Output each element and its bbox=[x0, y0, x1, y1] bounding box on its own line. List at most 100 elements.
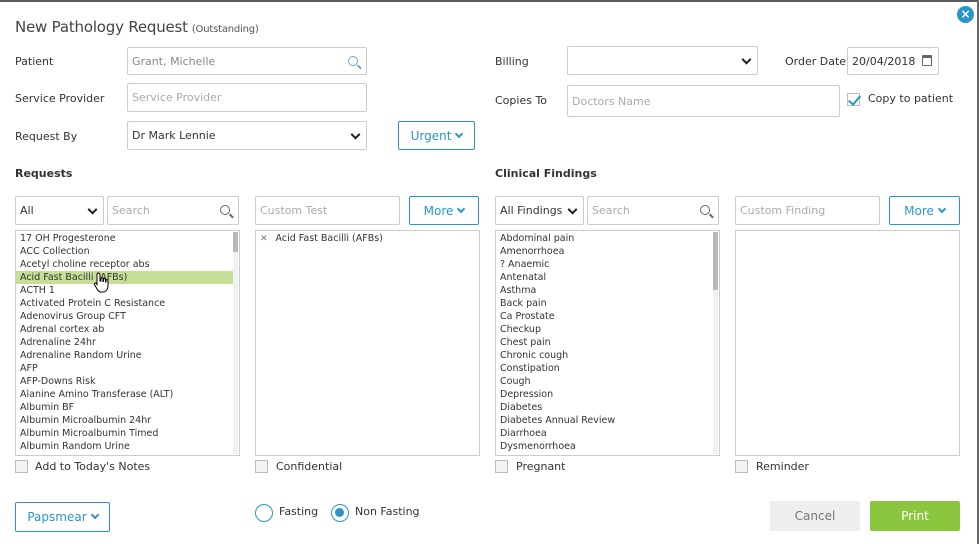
calendar-icon[interactable] bbox=[922, 55, 932, 66]
list-item[interactable]: ? Anaemic bbox=[496, 258, 719, 271]
remove-icon[interactable]: ✕ bbox=[260, 233, 268, 245]
request-by-value: Dr Mark Lennie bbox=[132, 129, 216, 142]
list-item[interactable]: Depression bbox=[496, 388, 719, 401]
list-item[interactable]: ACTH 1 bbox=[16, 284, 239, 297]
copies-to-input[interactable]: Doctors Name bbox=[567, 85, 840, 117]
list-item[interactable]: Albumin Microalbumin 24hr bbox=[16, 414, 239, 427]
scrollbar-thumb[interactable] bbox=[233, 232, 238, 252]
findings-scrollbar[interactable] bbox=[713, 232, 718, 454]
findings-filter-select[interactable]: All Findings bbox=[495, 196, 584, 225]
findings-search-input[interactable]: Search bbox=[587, 196, 719, 225]
selected-requests-list[interactable]: ✕ Acid Fast Bacilli (AFBs) bbox=[255, 230, 480, 456]
custom-finding-input[interactable]: Custom Finding bbox=[735, 196, 880, 225]
list-item[interactable]: Albumin Microalbumin Timed bbox=[16, 427, 239, 440]
chevron-down-icon bbox=[350, 129, 361, 140]
requests-search-input[interactable]: Search bbox=[107, 196, 239, 225]
list-item[interactable]: Checkup bbox=[496, 323, 719, 336]
list-item[interactable]: Diarrhoea bbox=[496, 427, 719, 440]
reminder-checkbox[interactable] bbox=[735, 460, 748, 473]
requests-title: Requests bbox=[15, 167, 73, 180]
search-icon[interactable] bbox=[220, 205, 230, 215]
list-item[interactable]: 17 OH Progesterone bbox=[16, 232, 239, 245]
cancel-button[interactable]: Cancel bbox=[770, 501, 860, 531]
patient-value: Grant, Michelle bbox=[132, 54, 216, 68]
list-item[interactable]: Dysmenorrhoea bbox=[496, 440, 719, 453]
list-item[interactable]: Cough bbox=[496, 375, 719, 388]
list-item[interactable]: Ca Prostate bbox=[496, 310, 719, 323]
list-item[interactable]: Albumin Random Urine bbox=[16, 440, 239, 453]
non-fasting-label: Non Fasting bbox=[355, 505, 420, 518]
request-by-select[interactable]: Dr Mark Lennie bbox=[127, 121, 367, 150]
add-to-notes-label: Add to Today's Notes bbox=[35, 460, 151, 473]
list-item[interactable]: Activated Protein C Resistance bbox=[16, 297, 239, 310]
copies-to-placeholder: Doctors Name bbox=[572, 94, 651, 108]
pregnant-label: Pregnant bbox=[516, 460, 566, 473]
list-item[interactable]: Adrenal cortex ab bbox=[16, 323, 239, 336]
list-item[interactable]: AFP-Downs Risk bbox=[16, 375, 239, 388]
list-item[interactable]: ACC Collection bbox=[16, 245, 239, 258]
list-item[interactable]: Asthma bbox=[496, 284, 719, 297]
list-item-selected[interactable]: Acid Fast Bacilli (AFBs) bbox=[16, 271, 235, 284]
custom-test-placeholder: Custom Test bbox=[260, 204, 328, 217]
list-item[interactable]: Chronic cough bbox=[496, 349, 719, 362]
list-item[interactable]: Back pain bbox=[496, 297, 719, 310]
reminder-label: Reminder bbox=[756, 460, 809, 473]
patient-search-icon[interactable] bbox=[348, 56, 358, 66]
chevron-down-icon bbox=[87, 204, 98, 215]
list-item[interactable]: Adrenaline Random Urine bbox=[16, 349, 239, 362]
chevron-down-icon bbox=[457, 204, 466, 213]
list-item[interactable]: AFP bbox=[16, 362, 239, 375]
service-provider-input[interactable]: Service Provider bbox=[127, 83, 367, 112]
order-date-input[interactable]: 20/04/2018 bbox=[847, 47, 939, 75]
list-item[interactable]: Diabetes Annual Review bbox=[496, 414, 719, 427]
patient-field[interactable]: Grant, Michelle bbox=[127, 47, 367, 75]
list-item[interactable]: Abdominal pain bbox=[496, 232, 719, 245]
print-button[interactable]: Print bbox=[870, 501, 960, 531]
copy-to-patient-checkbox[interactable] bbox=[847, 93, 860, 106]
billing-select[interactable] bbox=[567, 46, 758, 75]
dialog-status: (Outstanding) bbox=[191, 24, 259, 35]
chevron-down-icon bbox=[455, 129, 464, 138]
list-item[interactable]: Adrenaline 24hr bbox=[16, 336, 239, 349]
fasting-radio[interactable] bbox=[255, 504, 273, 522]
findings-more-label: More bbox=[904, 203, 934, 218]
list-item[interactable]: Amenorrhoea bbox=[496, 245, 719, 258]
urgent-button[interactable]: Urgent bbox=[398, 121, 475, 150]
clinical-findings-list[interactable]: Abdominal pain Amenorrhoea ? Anaemic Ant… bbox=[495, 230, 720, 456]
patient-label: Patient bbox=[15, 55, 54, 68]
list-item[interactable]: Chest pain bbox=[496, 336, 719, 349]
requests-scrollbar[interactable] bbox=[233, 232, 238, 454]
order-date-value: 20/04/2018 bbox=[852, 54, 916, 68]
copies-to-label: Copies To bbox=[495, 94, 548, 107]
papsmear-label: Papsmear bbox=[27, 510, 87, 524]
requests-filter-select[interactable]: All bbox=[15, 196, 104, 225]
findings-more-button[interactable]: More bbox=[889, 196, 960, 225]
non-fasting-radio[interactable] bbox=[331, 504, 349, 522]
list-item[interactable]: Constipation bbox=[496, 362, 719, 375]
add-to-notes-checkbox[interactable] bbox=[15, 460, 28, 473]
billing-label: Billing bbox=[495, 55, 529, 68]
chevron-down-icon bbox=[937, 204, 947, 213]
selected-request-item: ✕ Acid Fast Bacilli (AFBs) bbox=[256, 231, 479, 245]
list-item[interactable]: Antenatal bbox=[496, 271, 719, 284]
scrollbar-thumb[interactable] bbox=[713, 232, 718, 290]
urgent-button-label: Urgent bbox=[410, 128, 452, 143]
requests-more-button[interactable]: More bbox=[409, 196, 479, 225]
search-icon[interactable] bbox=[700, 205, 710, 215]
close-icon[interactable]: × bbox=[957, 6, 974, 23]
custom-test-input[interactable]: Custom Test bbox=[255, 196, 400, 225]
list-item[interactable]: Albumin BF bbox=[16, 401, 239, 414]
chevron-down-icon bbox=[741, 54, 752, 65]
requests-search-placeholder: Search bbox=[112, 204, 150, 217]
requests-list[interactable]: 17 OH Progesterone ACC Collection Acetyl… bbox=[15, 230, 240, 456]
pregnant-checkbox[interactable] bbox=[495, 460, 508, 473]
list-item[interactable]: Alanine Amino Transferase (ALT) bbox=[16, 388, 239, 401]
list-item[interactable]: Diabetes bbox=[496, 401, 719, 414]
requests-filter-value: All bbox=[20, 204, 34, 217]
list-item[interactable]: Acetyl choline receptor abs bbox=[16, 258, 239, 271]
papsmear-button[interactable]: Papsmear bbox=[15, 502, 110, 532]
selected-findings-list[interactable] bbox=[735, 230, 960, 456]
confidential-checkbox[interactable] bbox=[255, 460, 268, 473]
list-item[interactable]: Adenovirus Group CFT bbox=[16, 310, 239, 323]
clinical-findings-title: Clinical Findings bbox=[495, 167, 597, 180]
